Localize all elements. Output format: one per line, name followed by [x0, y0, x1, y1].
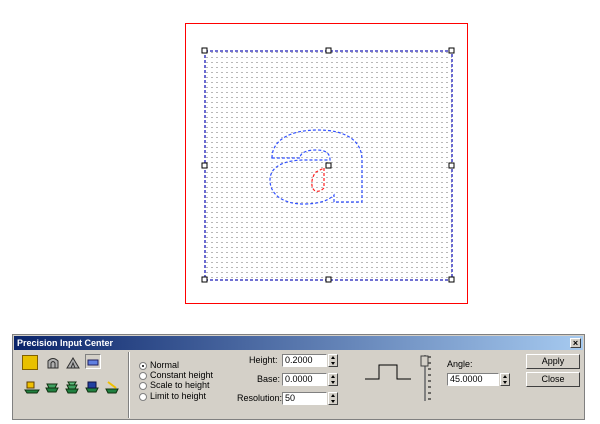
- radio-constant-height[interactable]: [139, 372, 147, 380]
- precision-input-panel: Precision Input Center × Normal Constant…: [12, 334, 585, 420]
- height-slider[interactable]: [418, 353, 432, 403]
- radio-limit-to-height[interactable]: [139, 393, 147, 401]
- angle-label: Angle:: [447, 359, 473, 369]
- angle-spinner[interactable]: [500, 373, 510, 386]
- height-field[interactable]: 0.2000: [282, 354, 327, 367]
- layer-tool-1-icon[interactable]: [24, 380, 40, 395]
- radio-scale-to-height[interactable]: [139, 382, 147, 390]
- arch-text-icon[interactable]: [45, 355, 61, 370]
- layer-tool-3-icon[interactable]: [64, 380, 80, 395]
- radio-constant-height-label: Constant height: [150, 370, 214, 380]
- peak-text-icon[interactable]: [65, 355, 81, 370]
- base-spinner[interactable]: [328, 373, 338, 386]
- handle-center[interactable]: [325, 162, 332, 169]
- resolution-label: Resolution:: [237, 393, 283, 403]
- close-icon[interactable]: ×: [570, 338, 581, 348]
- handle-top-right[interactable]: [448, 47, 455, 54]
- base-field[interactable]: 0.0000: [282, 373, 327, 386]
- radio-normal-label: Normal: [150, 360, 180, 370]
- height-spinner[interactable]: [328, 354, 338, 367]
- handle-bottom-right[interactable]: [448, 276, 455, 283]
- radio-limit-to-height-label: Limit to height: [150, 391, 207, 401]
- flat-text-icon[interactable]: [85, 354, 101, 369]
- handle-bottom-center[interactable]: [325, 276, 332, 283]
- resolution-spinner[interactable]: [328, 392, 338, 405]
- apply-button[interactable]: Apply: [526, 354, 580, 369]
- height-label: Height:: [249, 355, 278, 365]
- handle-top-center[interactable]: [325, 47, 332, 54]
- close-button[interactable]: Close: [526, 372, 580, 387]
- layer-tool-5-icon[interactable]: [104, 380, 120, 395]
- layer-tool-4-icon[interactable]: [84, 380, 100, 395]
- profile-preview-icon: [363, 357, 413, 387]
- drawing-canvas[interactable]: [0, 0, 600, 330]
- radio-normal[interactable]: [139, 362, 147, 370]
- base-label: Base:: [257, 374, 281, 384]
- layer-tool-2-icon[interactable]: [44, 380, 60, 395]
- handle-middle-left[interactable]: [201, 162, 208, 169]
- handle-bottom-left[interactable]: [201, 276, 208, 283]
- resolution-field[interactable]: 50: [282, 392, 327, 405]
- handle-middle-right[interactable]: [448, 162, 455, 169]
- panel-titlebar[interactable]: Precision Input Center ×: [14, 336, 583, 350]
- radio-scale-to-height-label: Scale to height: [150, 380, 210, 390]
- divider: [128, 352, 130, 418]
- color-swatch-icon[interactable]: [22, 355, 38, 370]
- panel-title: Precision Input Center: [17, 338, 114, 348]
- handle-top-left[interactable]: [201, 47, 208, 54]
- angle-field[interactable]: 45.0000: [447, 373, 499, 386]
